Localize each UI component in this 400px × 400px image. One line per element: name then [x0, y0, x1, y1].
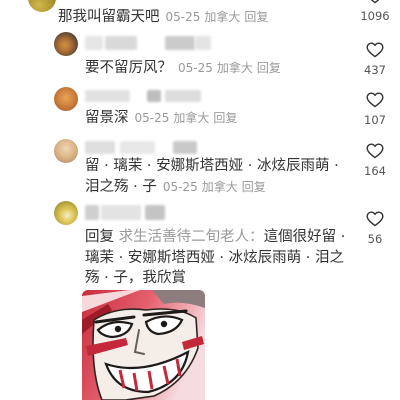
username-blurred[interactable] — [85, 141, 205, 154]
username-blur-block — [165, 90, 201, 102]
heart-outline-icon — [370, 0, 380, 4]
username-blur-block — [195, 36, 211, 50]
comment-body: 要不留厉风？ 05-25 加拿大 回复 — [85, 58, 353, 79]
comment-location: 加拿大 — [173, 111, 210, 125]
comment-date: 05-25 — [178, 61, 213, 75]
comment-body: 那我叫留霸天吧 05-25 加拿大 回复 — [58, 7, 348, 28]
comment-meta: 05-25 加拿大 回复 — [178, 61, 281, 75]
reply-button[interactable]: 回复 — [257, 61, 281, 75]
like-button[interactable]: 107 — [355, 92, 395, 130]
username-blur-block — [120, 141, 155, 154]
reply-button[interactable]: 回复 — [242, 180, 266, 194]
comment-date: 05-25 — [134, 111, 170, 125]
comment-date: 05-25 — [165, 10, 201, 24]
username-blurred[interactable] — [85, 205, 170, 220]
username-blur-block — [85, 36, 103, 50]
like-count: 107 — [364, 113, 386, 127]
comment-location: 加拿大 — [201, 179, 238, 194]
avatar[interactable] — [28, 0, 56, 12]
like-button[interactable]: 164 — [355, 143, 395, 181]
like-button[interactable]: 1096 — [355, 0, 395, 26]
avatar[interactable] — [54, 139, 78, 163]
heart-outline-icon — [366, 211, 384, 227]
reply-button[interactable]: 回复 — [213, 111, 237, 125]
like-count: 56 — [367, 232, 383, 246]
username-blur-block — [85, 141, 115, 154]
username-blur-block — [85, 205, 99, 220]
comment-text: 要不留厉风？ — [85, 60, 172, 76]
comment-body: 回复 求生活善待二旬老人：這個很好留 · 璃茉 · 安娜斯塔西娅 · 冰炫辰雨萌… — [85, 227, 353, 289]
like-count: 164 — [364, 164, 386, 178]
like-count: 437 — [364, 63, 386, 77]
avatar[interactable] — [54, 201, 78, 225]
comment-date: 05-25 — [162, 179, 198, 194]
comment-meta: 05-25 加拿大 回复 — [135, 111, 238, 125]
like-count: 1096 — [360, 9, 390, 23]
heart-outline-icon — [366, 42, 384, 58]
username-blurred[interactable] — [85, 90, 205, 102]
username-blur-block — [145, 205, 165, 220]
username-blur-block — [85, 90, 130, 102]
heart-outline-icon — [366, 143, 384, 159]
comment-meta: 05-25 加拿大 回复 — [163, 180, 266, 194]
comment-location: 加拿大 — [216, 61, 253, 75]
like-button[interactable]: 56 — [355, 211, 395, 249]
reply-button[interactable]: 回复 — [244, 10, 268, 24]
comment-image[interactable] — [82, 290, 205, 400]
comment-meta: 05-25 加拿大 回复 — [166, 10, 269, 24]
heart-outline-icon — [366, 92, 384, 108]
username-blur-block — [105, 36, 137, 50]
avatar[interactable] — [54, 32, 78, 56]
comment-body: 留景深 05-25 加拿大 回复 — [85, 108, 353, 129]
avatar[interactable] — [54, 87, 78, 111]
like-button[interactable]: 437 — [355, 42, 395, 80]
comment-text: 那我叫留霸天吧 — [58, 9, 160, 25]
comment-text: 留景深 — [85, 110, 129, 126]
meme-image — [82, 290, 205, 400]
reply-to-user-mention[interactable]: 求生活善待二旬老人： — [119, 229, 264, 245]
comment-body: 留 · 璃茉 · 安娜斯塔西娅 · 冰炫辰雨萌 · 泪之殇 · 子 05-25 加拿… — [85, 156, 353, 197]
comment-location: 加拿大 — [204, 10, 241, 24]
reply-prefix: 回复 — [85, 229, 114, 245]
username-blur-block — [147, 90, 161, 102]
username-blur-block — [101, 205, 141, 220]
username-blurred[interactable] — [85, 36, 215, 50]
username-blur-block — [165, 36, 195, 50]
username-blur-block — [173, 141, 197, 154]
